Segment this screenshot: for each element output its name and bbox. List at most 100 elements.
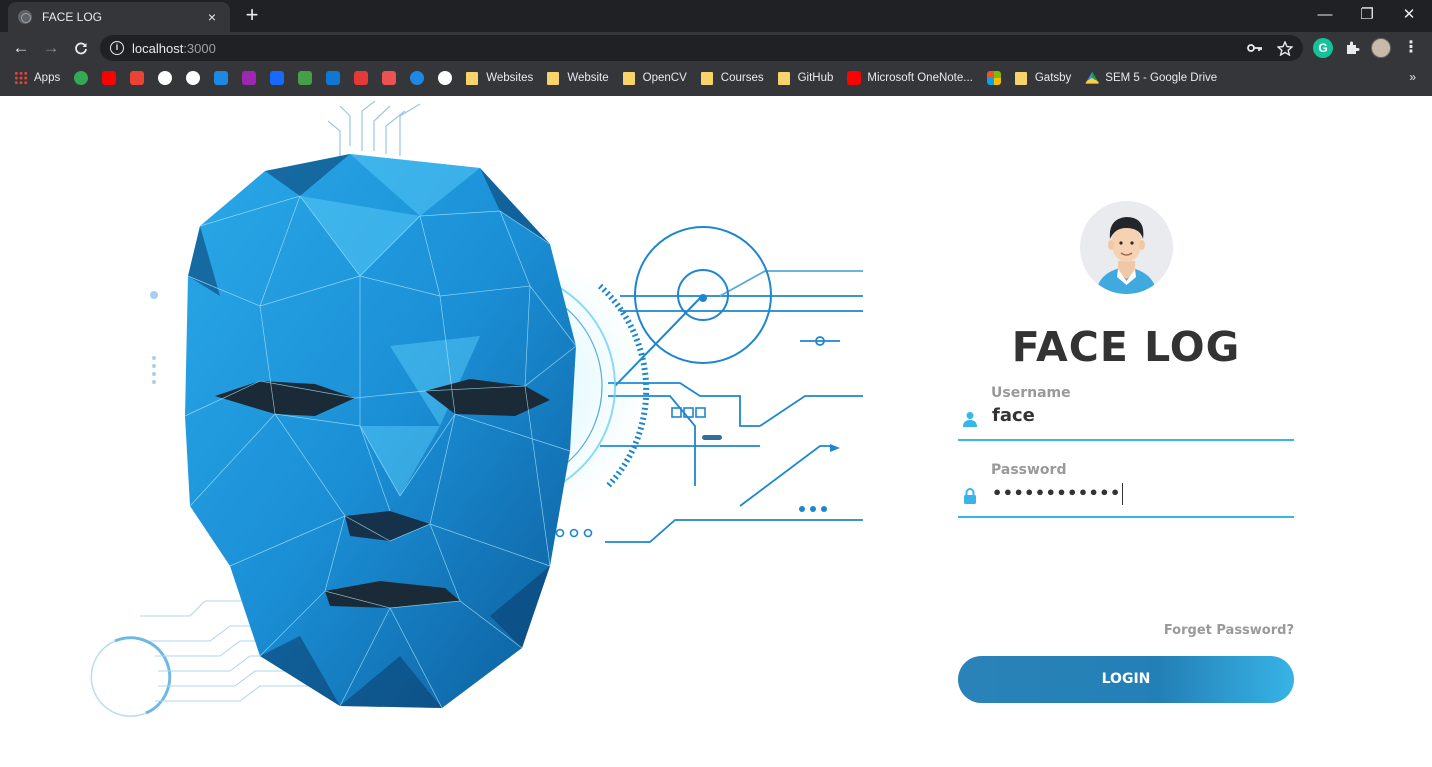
bookmark-label: Gatsby [1034, 72, 1072, 84]
new-tab-button[interactable]: + [240, 4, 264, 28]
login-button[interactable]: LOGIN [958, 656, 1294, 703]
bookmark-item[interactable] [130, 71, 145, 85]
drive-icon [1085, 71, 1100, 84]
tab-close-button[interactable]: × [204, 9, 220, 25]
bookmark-label: Apps [34, 72, 61, 84]
star-icon[interactable] [1277, 40, 1293, 56]
bookmark-item[interactable] [298, 71, 313, 85]
bookmark-label: Microsoft OneNote... [867, 72, 973, 84]
user-avatar [1080, 201, 1173, 294]
password-label: Password [991, 462, 1067, 478]
more-menu-icon[interactable]: ⋮ [1401, 38, 1421, 58]
bookmark-label: Courses [720, 72, 764, 84]
bookmark-item[interactable] [270, 71, 285, 85]
bot-icon [214, 71, 229, 85]
p-icon [242, 71, 257, 85]
bookmark-item[interactable] [354, 71, 369, 85]
github-icon [186, 71, 201, 85]
maps-icon [74, 71, 89, 85]
browser-chrome: FACE LOG × + — ❐ ✕ ← → i localhost :3000 [0, 0, 1432, 96]
bookmarks-bar: Apps Websites Website OpenCV Courses GitHub Mi… [0, 64, 1432, 92]
close-window-button[interactable]: ✕ [1388, 0, 1430, 30]
gmail-icon [130, 71, 145, 85]
browser-toolbar: ← → i localhost :3000 G ⋮ [0, 32, 1432, 64]
profile-avatar[interactable] [1371, 38, 1391, 58]
bookmark-item[interactable]: GitHub [777, 71, 834, 85]
bookmark-item[interactable] [410, 71, 425, 85]
bookmark-label: Websites [486, 72, 534, 84]
bookmark-item[interactable] [186, 71, 201, 85]
bookmark-item[interactable] [102, 71, 117, 85]
bookmark-item[interactable]: Websites [466, 71, 534, 85]
cg-icon [298, 71, 313, 85]
globe-icon [438, 71, 453, 85]
reload-icon [75, 42, 87, 54]
username-field[interactable]: Username face [958, 381, 1294, 441]
tab-strip: FACE LOG × + — ❐ ✕ [0, 0, 1432, 32]
youtube-icon [102, 71, 117, 85]
bookmark-label: Website [567, 72, 609, 84]
key-icon[interactable] [1247, 41, 1263, 55]
udemy-icon [382, 71, 397, 85]
bookmark-label: SEM 5 - Google Drive [1105, 72, 1218, 84]
password-field[interactable]: Password •••••••••••• [958, 458, 1294, 518]
google-icon [158, 71, 173, 85]
restore-button[interactable]: ❐ [1346, 0, 1388, 30]
puzzle-icon[interactable] [1342, 38, 1362, 58]
folder-icon [777, 71, 790, 85]
forgot-password-link[interactable]: Forget Password? [1164, 623, 1294, 638]
folder-icon [700, 71, 713, 85]
bookmark-label: OpenCV [642, 72, 687, 84]
behance-icon [270, 71, 285, 85]
bookmark-item[interactable] [986, 71, 1001, 85]
folder-icon [622, 71, 635, 85]
password-mask: •••••••••••• [992, 483, 1121, 503]
bookmark-item[interactable] [326, 71, 341, 85]
bookmark-item[interactable]: Microsoft OneNote... [847, 71, 973, 85]
bookmark-item[interactable] [214, 71, 229, 85]
bookmark-item[interactable]: SEM 5 - Google Drive [1085, 71, 1217, 85]
page-content: FACE LOG Username face Password ••••••••… [0, 96, 1432, 767]
username-label: Username [991, 385, 1071, 401]
grammarly-icon[interactable]: G [1313, 38, 1333, 58]
bookmark-item[interactable]: Courses [700, 71, 764, 85]
reload-button[interactable] [66, 33, 96, 63]
bookmarks-overflow-button[interactable]: » [1409, 70, 1416, 84]
face-illustration [90, 100, 863, 717]
lock-icon [964, 488, 976, 504]
bookmark-item[interactable] [242, 71, 257, 85]
password-input[interactable]: •••••••••••• [992, 483, 1123, 505]
bookmark-label: GitHub [797, 72, 834, 84]
app-title: FACE LOG [1011, 323, 1241, 371]
minimize-button[interactable]: — [1304, 0, 1346, 30]
url-host: localhost [132, 40, 184, 56]
text-caret [1121, 483, 1123, 505]
bookmark-item[interactable]: Gatsby [1014, 71, 1072, 85]
bookmark-item[interactable] [158, 71, 173, 85]
bookmark-item[interactable] [74, 71, 89, 85]
tab-title: FACE LOG [42, 10, 103, 24]
bookmark-item[interactable]: Website [547, 71, 609, 85]
browser-tab[interactable]: FACE LOG × [8, 2, 230, 32]
bookmark-item[interactable]: Apps [14, 71, 60, 85]
folder-icon [547, 71, 560, 85]
site-info-icon[interactable]: i [110, 41, 124, 55]
folder-icon [1014, 71, 1027, 85]
bookmark-item[interactable]: OpenCV [622, 71, 687, 85]
onedrive-icon [326, 71, 341, 85]
address-bar[interactable]: i localhost :3000 [100, 35, 1303, 61]
microsoft-icon [986, 71, 1001, 85]
box-icon [354, 71, 369, 85]
back-button[interactable]: ← [6, 33, 36, 63]
play-icon [410, 71, 425, 85]
bookmark-item[interactable] [438, 71, 453, 85]
username-input[interactable]: face [992, 405, 1035, 426]
folder-icon [466, 71, 479, 85]
forward-button[interactable]: → [36, 33, 66, 63]
user-icon [963, 412, 977, 427]
bookmark-item[interactable] [382, 71, 397, 85]
url-port: :3000 [183, 40, 216, 56]
apps-grid-icon [14, 71, 28, 85]
youtube-icon [847, 71, 862, 85]
globe-icon [18, 10, 32, 24]
